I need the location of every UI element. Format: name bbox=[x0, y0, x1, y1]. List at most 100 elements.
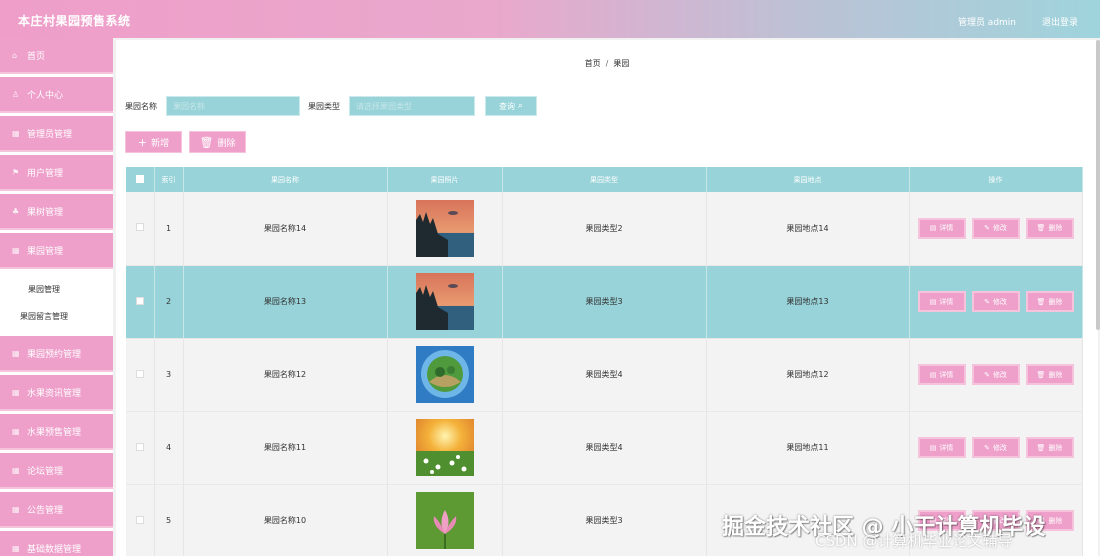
search-icon: ⌕ bbox=[517, 101, 524, 111]
orchard-name-label: 果园名称 bbox=[125, 102, 157, 111]
detail-button[interactable]: ▤ 详情 bbox=[917, 437, 966, 458]
tree-icon: ♣ bbox=[12, 206, 20, 216]
column-header: 果园名称 bbox=[183, 167, 388, 192]
sidebar-item-trees[interactable]: ♣ 果树管理 bbox=[0, 194, 113, 230]
row-checkbox-cell bbox=[126, 192, 155, 266]
row-index: 3 bbox=[154, 338, 184, 412]
orchard-photo[interactable] bbox=[415, 346, 474, 403]
orchard-photo[interactable] bbox=[415, 492, 474, 549]
orchard-type: 果园类型3 bbox=[502, 265, 707, 339]
orchard-name: 果园名称14 bbox=[183, 192, 388, 266]
page-scrollbar[interactable] bbox=[1096, 40, 1100, 330]
add-button[interactable]: + 新增 bbox=[125, 131, 182, 153]
edit-label: 修改 bbox=[992, 443, 1007, 452]
sidebar-item-notices[interactable]: ▦ 公告管理 bbox=[0, 492, 113, 528]
table-row[interactable]: 1 果园名称14 果园类型2 果园地点14 ▤ 详情 ✎ 修改 🗑 删除 bbox=[126, 192, 1083, 266]
logout-link[interactable]: 退出登录 bbox=[1042, 15, 1078, 28]
sidebar-item-orchards[interactable]: ▦ 果园管理 bbox=[0, 233, 113, 269]
delete-button[interactable]: 🗑 删除 bbox=[189, 131, 246, 153]
sidebar-item-label: 果园管理 bbox=[27, 246, 64, 257]
detail-label: 详情 bbox=[939, 370, 954, 379]
row-delete-button[interactable]: 🗑 删除 bbox=[1025, 437, 1074, 458]
sidebar-item-label: 管理员管理 bbox=[27, 129, 73, 140]
detail-button[interactable]: ▤ 详情 bbox=[917, 291, 966, 312]
query-button-label: 查询 bbox=[498, 101, 515, 111]
sidebar-item-label: 首页 bbox=[27, 51, 46, 62]
orchard-location: 果园地点14 bbox=[706, 192, 910, 266]
trash-icon: 🗑 bbox=[1036, 297, 1046, 306]
orchard-location: 果园地点11 bbox=[706, 411, 910, 485]
row-checkbox-cell bbox=[126, 338, 155, 412]
orchard-name-input[interactable] bbox=[166, 96, 300, 116]
orchard-location: 果园地点12 bbox=[706, 338, 910, 412]
sidebar-item-users[interactable]: ⚑ 用户管理 bbox=[0, 155, 113, 191]
orchard-photo[interactable] bbox=[415, 199, 474, 257]
pencil-icon: ✎ bbox=[984, 443, 990, 452]
detail-button[interactable]: ▤ 详情 bbox=[917, 217, 966, 239]
row-checkbox[interactable] bbox=[135, 442, 144, 451]
delete-label: 删除 bbox=[1048, 443, 1063, 452]
sidebar-item-label: 个人中心 bbox=[27, 90, 64, 101]
detail-label: 详情 bbox=[939, 224, 954, 233]
breadcrumb-current: 果园 bbox=[613, 59, 630, 68]
edit-button[interactable]: ✎ 修改 bbox=[971, 364, 1020, 385]
sidebar-item-home[interactable]: ⌂ 首页 bbox=[0, 38, 113, 74]
sidebar-item-forum[interactable]: ▦ 论坛管理 bbox=[0, 453, 113, 489]
sidebar-item-reservations[interactable]: ▦ 果园预约管理 bbox=[0, 336, 113, 372]
table-row[interactable]: 4 果园名称11 果园类型4 果园地点11 ▤ 详情 ✎ 修改 🗑 删除 bbox=[126, 411, 1083, 485]
grid-icon: ▦ bbox=[12, 465, 20, 475]
delete-button-label: 删除 bbox=[217, 138, 236, 149]
document-icon: ▤ bbox=[929, 443, 937, 452]
orchard-photo-cell bbox=[387, 411, 503, 485]
orchard-photo-cell bbox=[387, 338, 503, 412]
orchard-photo[interactable] bbox=[415, 419, 474, 476]
detail-button[interactable]: ▤ 详情 bbox=[917, 364, 966, 385]
row-delete-button[interactable]: 🗑 删除 bbox=[1025, 291, 1074, 312]
top-header: 本庄村果园预售系统 管理员 admin 退出登录 bbox=[0, 0, 1100, 38]
select-all-checkbox[interactable] bbox=[135, 174, 144, 183]
orchard-type: 果园类型4 bbox=[502, 411, 707, 485]
breadcrumb-separator: / bbox=[605, 59, 609, 68]
row-actions: ▤ 详情 ✎ 修改 🗑 删除 bbox=[909, 192, 1083, 266]
row-checkbox[interactable] bbox=[135, 515, 144, 524]
table-row[interactable]: 3 果园名称12 果园类型4 果园地点12 ▤ 详情 ✎ 修改 🗑 删除 bbox=[126, 338, 1083, 412]
current-user: 管理员 admin bbox=[957, 18, 1016, 28]
column-header: 果园照片 bbox=[387, 167, 503, 192]
row-checkbox[interactable] bbox=[135, 223, 144, 232]
sidebar-item-news[interactable]: ▦ 水果资讯管理 bbox=[0, 375, 113, 411]
query-button[interactable]: 查询 ⌕ bbox=[485, 96, 537, 116]
delete-label: 删除 bbox=[1048, 297, 1063, 306]
orchard-type: 果园类型3 bbox=[502, 484, 707, 556]
edit-button[interactable]: ✎ 修改 bbox=[971, 217, 1020, 239]
column-header: 操作 bbox=[909, 167, 1083, 192]
row-delete-button[interactable]: 🗑 删除 bbox=[1025, 217, 1074, 239]
submenu-item-orchard-messages[interactable]: 果园留言管理 bbox=[0, 303, 113, 330]
delete-label: 删除 bbox=[1048, 516, 1063, 525]
edit-button[interactable]: ✎ 修改 bbox=[971, 291, 1020, 312]
orchard-photo[interactable] bbox=[415, 273, 474, 330]
orchard-name: 果园名称13 bbox=[183, 265, 388, 339]
sidebar-item-profile[interactable]: ♙ 个人中心 bbox=[0, 77, 113, 113]
sidebar-item-basic-data[interactable]: ▦ 基础数据管理 bbox=[0, 531, 113, 556]
row-checkbox[interactable] bbox=[135, 296, 144, 305]
table-row[interactable]: 2 果园名称13 果园类型3 果园地点13 ▤ 详情 ✎ 修改 🗑 删除 bbox=[126, 265, 1083, 339]
row-delete-button[interactable]: 🗑 删除 bbox=[1025, 364, 1074, 385]
orchard-type-select[interactable] bbox=[349, 96, 475, 116]
orchard-name: 果园名称10 bbox=[183, 484, 388, 556]
plus-icon: + bbox=[137, 135, 148, 149]
detail-label: 详情 bbox=[939, 297, 954, 306]
pencil-icon: ✎ bbox=[984, 224, 990, 233]
pencil-icon: ✎ bbox=[984, 370, 990, 379]
edit-button[interactable]: ✎ 修改 bbox=[971, 437, 1020, 458]
breadcrumb-home[interactable]: 首页 bbox=[585, 59, 601, 68]
sidebar-item-admins[interactable]: ▦ 管理员管理 bbox=[0, 116, 113, 152]
sidebar-item-label: 果树管理 bbox=[27, 207, 64, 218]
row-checkbox[interactable] bbox=[135, 369, 144, 378]
orchard-photo-cell bbox=[387, 192, 503, 266]
row-index: 1 bbox=[154, 192, 184, 266]
submenu-item-orchards[interactable]: 果园管理 bbox=[0, 276, 113, 303]
document-icon: ▤ bbox=[929, 297, 937, 306]
sidebar-item-label: 基础数据管理 bbox=[27, 544, 82, 555]
column-header: 果园地点 bbox=[706, 167, 910, 192]
sidebar-item-presale[interactable]: ▦ 水果预售管理 bbox=[0, 414, 113, 450]
